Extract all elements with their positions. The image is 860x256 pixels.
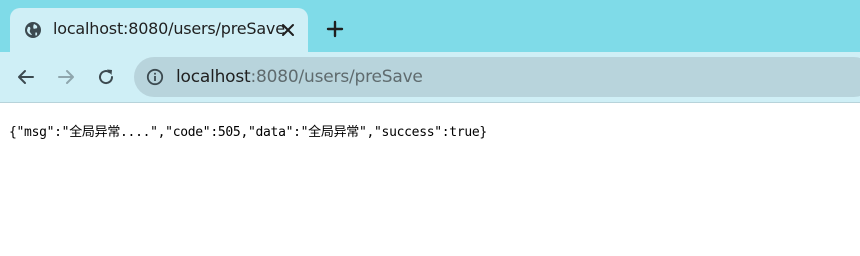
- globe-icon: [24, 21, 42, 39]
- tab-strip: localhost:8080/users/preSave: [0, 0, 860, 52]
- tab-active[interactable]: localhost:8080/users/preSave: [10, 8, 308, 52]
- plus-icon: [326, 20, 344, 38]
- page-content: {"msg":"全局异常....","code":505,"data":"全局异…: [0, 103, 860, 256]
- forward-button[interactable]: [52, 63, 80, 91]
- json-response-text: {"msg":"全局异常....","code":505,"data":"全局异…: [9, 125, 487, 140]
- url-text[interactable]: localhost:8080/users/preSave: [176, 67, 423, 87]
- address-bar[interactable]: localhost:8080/users/preSave: [134, 57, 860, 97]
- info-icon[interactable]: [146, 68, 164, 86]
- tab-title: localhost:8080/users/preSave: [53, 19, 285, 38]
- toolbar: localhost:8080/users/preSave: [0, 52, 860, 103]
- url-host: localhost: [176, 67, 251, 87]
- new-tab-button[interactable]: [322, 16, 348, 42]
- browser-window: localhost:8080/users/preSave localhost:8…: [0, 0, 860, 256]
- url-path: :8080/users/preSave: [250, 67, 423, 87]
- arrow-left-icon: [18, 70, 34, 84]
- close-icon[interactable]: [278, 20, 298, 40]
- arrow-right-icon: [58, 70, 74, 84]
- reload-button[interactable]: [92, 63, 120, 91]
- reload-icon: [99, 69, 114, 85]
- back-button[interactable]: [12, 63, 40, 91]
